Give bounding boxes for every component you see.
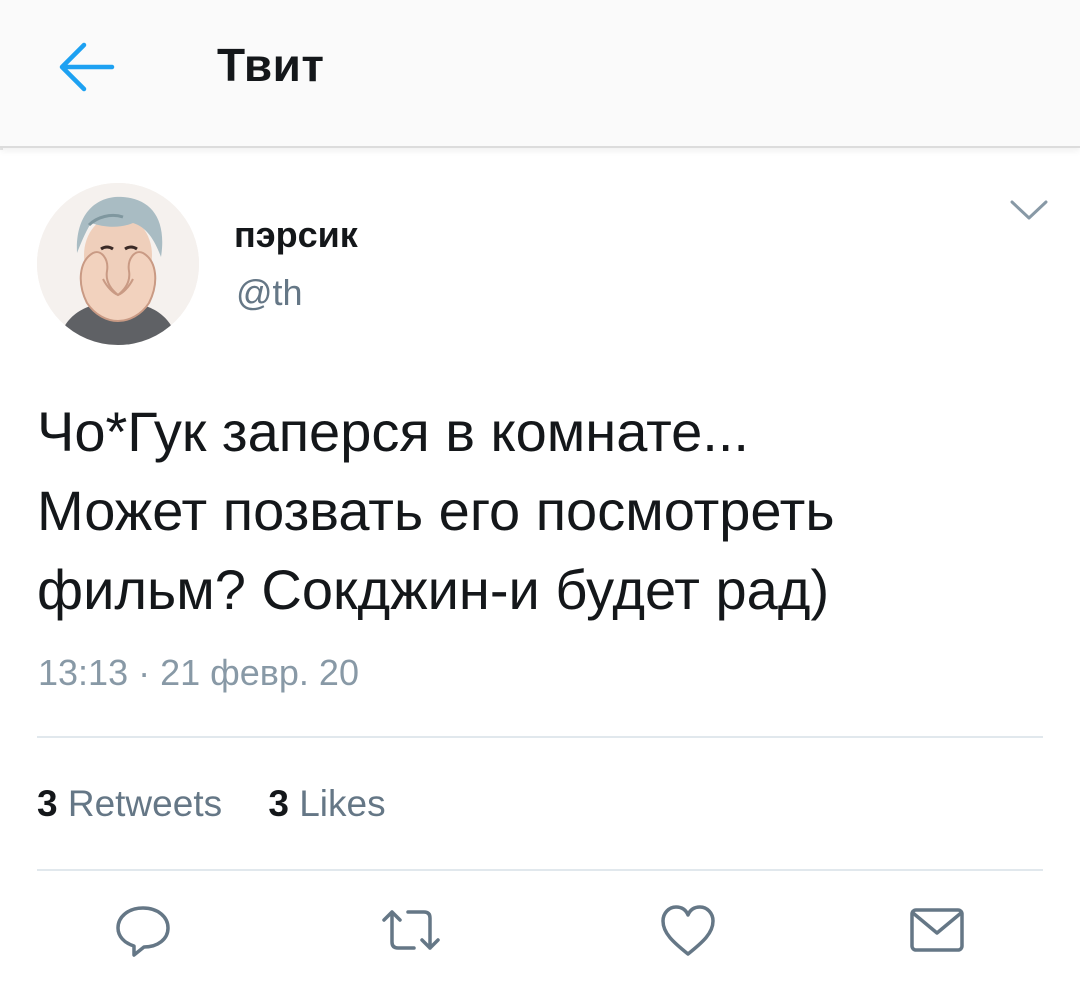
more-options-button[interactable]: [1004, 190, 1054, 230]
tweet-stats: 3 Retweets 3 Likes: [37, 783, 422, 825]
reply-button[interactable]: [110, 900, 176, 960]
avatar-photo: [37, 183, 199, 345]
retweet-icon: [382, 910, 440, 950]
chevron-down-icon: [1010, 200, 1048, 220]
like-icon: [661, 905, 715, 956]
tweet-timestamp[interactable]: 13:13 · 21 февр. 20: [38, 652, 359, 694]
retweet-button[interactable]: [378, 900, 444, 960]
arrow-left-icon: [59, 42, 115, 92]
retweets-count: 3: [37, 783, 58, 824]
display-name[interactable]: пэрсик: [234, 214, 358, 256]
user-handle[interactable]: @th: [236, 272, 303, 314]
share-button[interactable]: [904, 900, 970, 960]
tweet-text-line: Может позвать его посмотреть: [37, 479, 835, 542]
retweets-stat[interactable]: 3 Retweets: [37, 783, 222, 825]
page-title: Твит: [217, 39, 325, 91]
reply-icon: [116, 906, 170, 957]
like-button[interactable]: [655, 900, 721, 960]
divider: [37, 736, 1043, 738]
tweet-text-line: фильм? Сокджин-и будет рад): [37, 558, 830, 621]
share-icon: [910, 908, 964, 952]
likes-stat[interactable]: 3 Likes: [268, 783, 385, 825]
tweet-text: Чо*Гук заперся в комнате... Может позват…: [37, 392, 1047, 629]
back-button[interactable]: [48, 36, 120, 100]
likes-count: 3: [268, 783, 289, 824]
tweet-text-line: Чо*Гук заперся в комнате...: [37, 400, 749, 463]
retweets-label: Retweets: [67, 783, 223, 824]
divider: [37, 869, 1043, 871]
top-bar: Твит: [0, 0, 1080, 148]
avatar[interactable]: [37, 183, 199, 345]
likes-label: Likes: [299, 783, 386, 824]
